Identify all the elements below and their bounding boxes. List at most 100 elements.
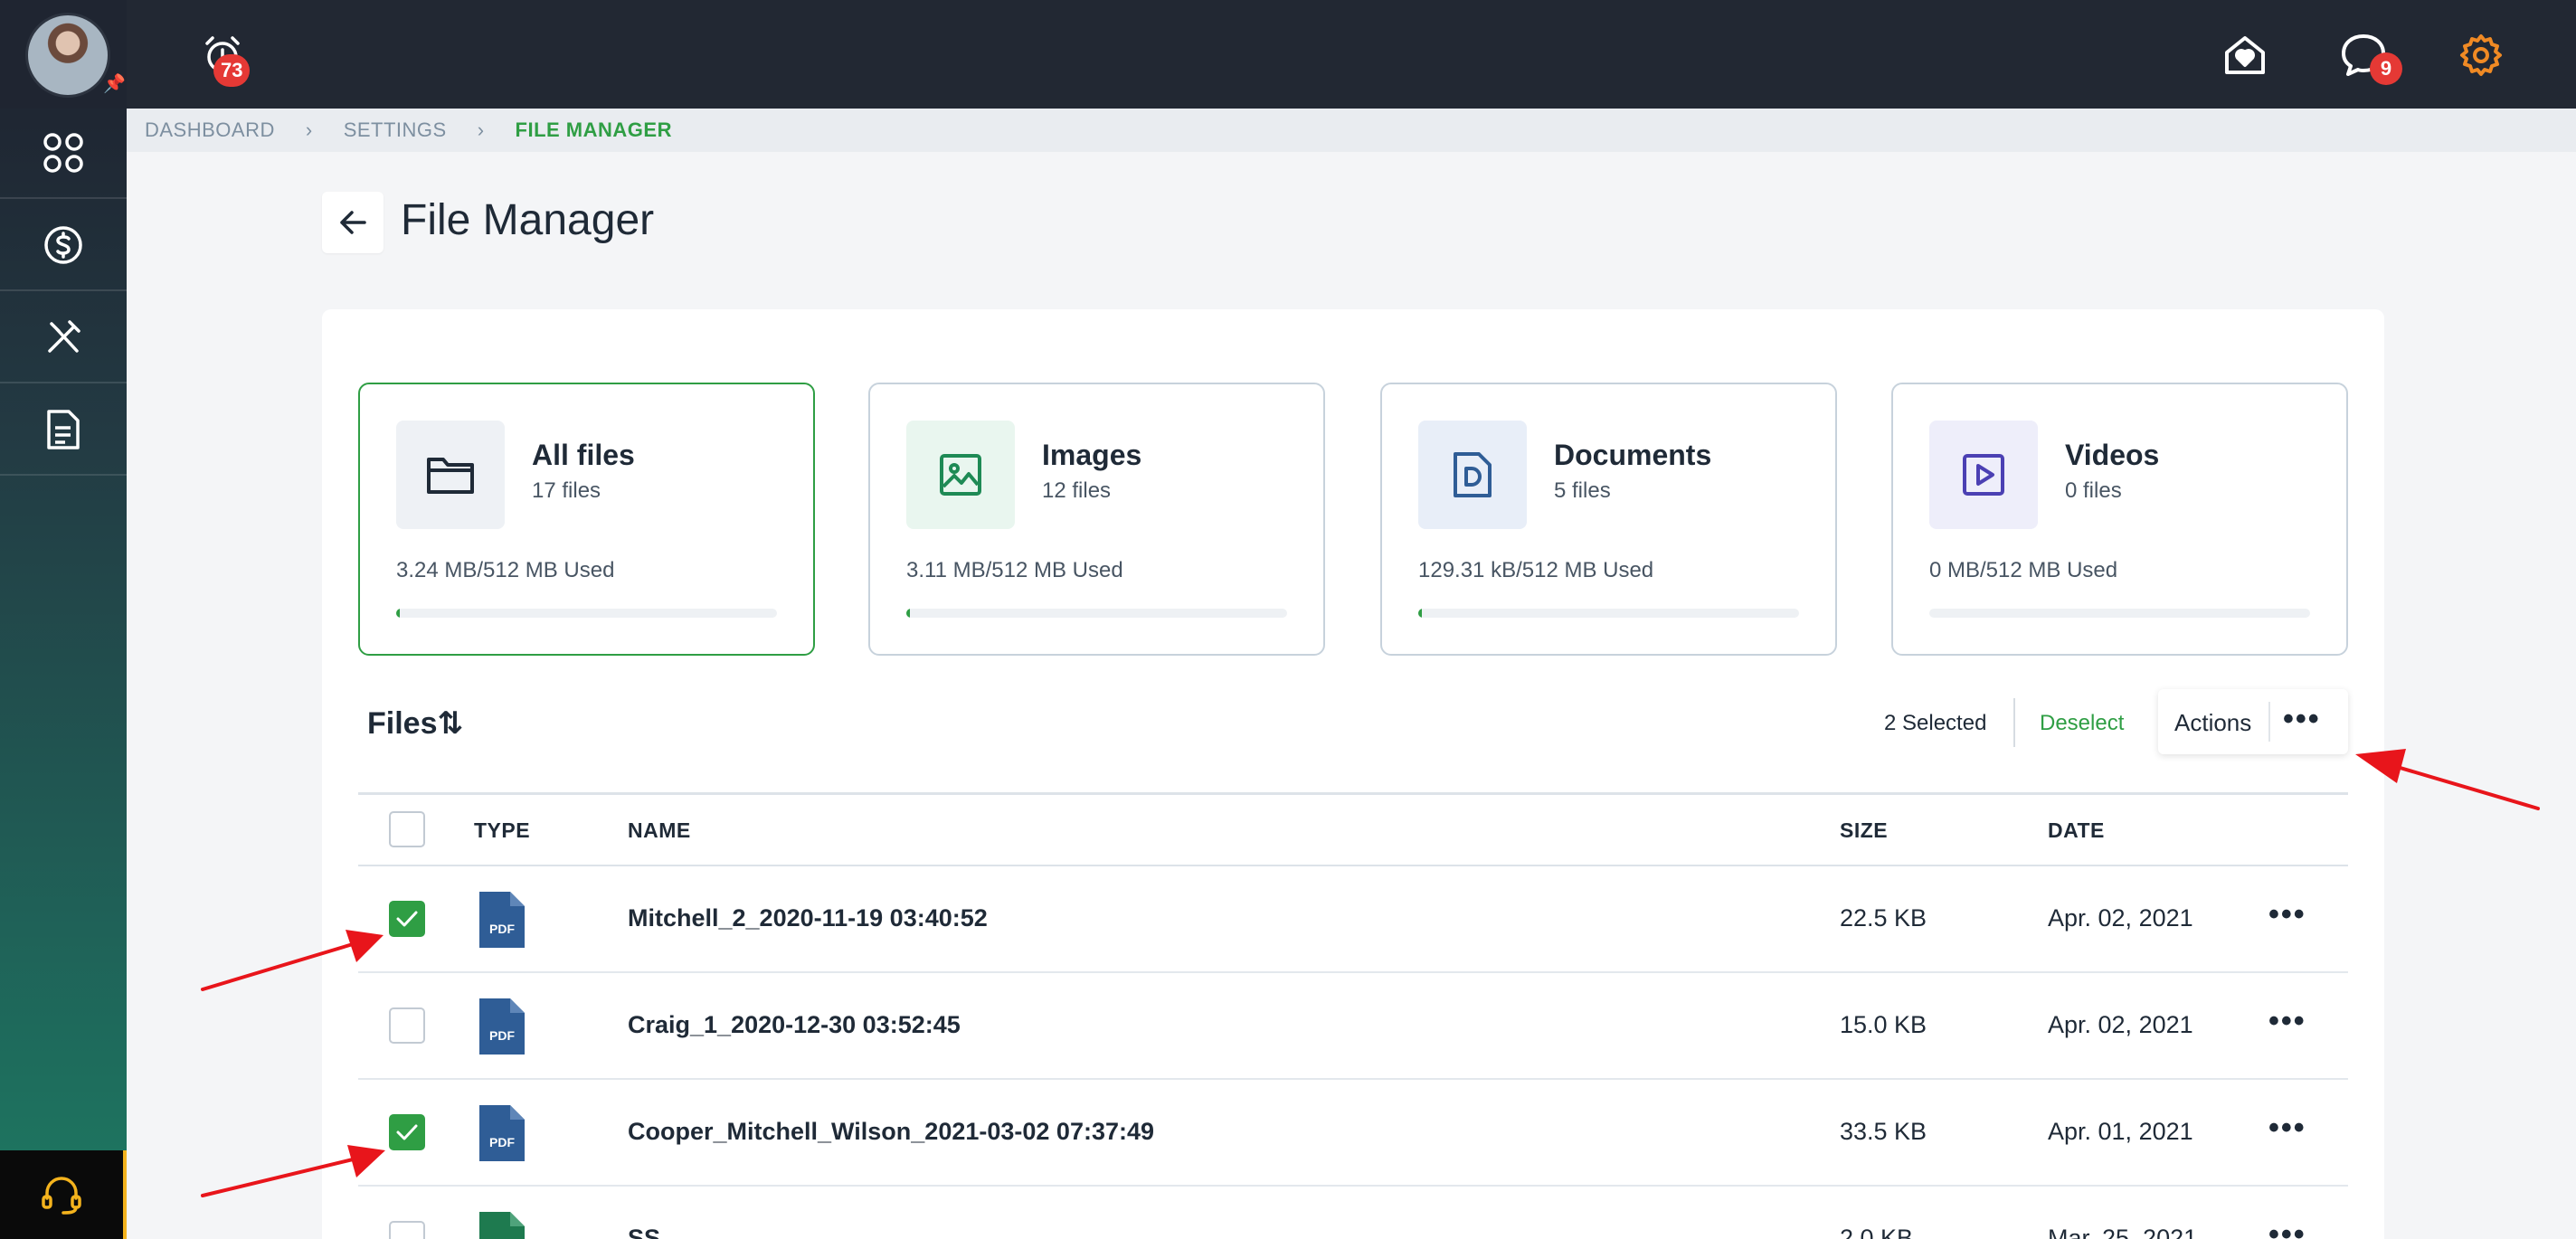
dollar-circle-icon bbox=[44, 226, 82, 264]
breadcrumb-file-manager: FILE MANAGER bbox=[515, 118, 672, 141]
more-options-icon[interactable]: ••• bbox=[2283, 704, 2321, 734]
video-icon bbox=[1929, 421, 2038, 529]
sidebar-item-billing[interactable] bbox=[0, 201, 127, 291]
usage-progress-bar bbox=[906, 609, 1287, 618]
file-name[interactable]: SS bbox=[628, 1225, 660, 1239]
avatar[interactable] bbox=[25, 13, 110, 98]
category-count: 12 files bbox=[1042, 478, 1112, 503]
file-name[interactable]: Mitchell_2_2020-11-19 03:40:52 bbox=[628, 904, 988, 932]
category-title: Videos bbox=[2065, 439, 2160, 471]
category-card-all-files[interactable]: All files 17 files 3.24 MB/512 MB Used bbox=[358, 383, 815, 656]
table-row[interactable]: PDF Craig_1_2020-12-30 03:52:45 15.0 KB … bbox=[358, 973, 2348, 1080]
row-menu-icon[interactable]: ••• bbox=[2268, 1006, 2306, 1036]
row-checkbox[interactable] bbox=[389, 1007, 425, 1044]
support-button[interactable] bbox=[0, 1150, 127, 1239]
category-usage: 0 MB/512 MB Used bbox=[1929, 558, 2118, 582]
selected-count: 2 Selected bbox=[1884, 711, 1987, 735]
files-table: TYPE NAME SIZE DATE PDF Mitchell_2_2020-… bbox=[358, 792, 2348, 1239]
row-checkbox[interactable] bbox=[389, 901, 425, 937]
column-date[interactable]: DATE bbox=[2048, 818, 2105, 843]
category-card-videos[interactable]: Videos 0 files 0 MB/512 MB Used bbox=[1891, 383, 2348, 656]
sidebar: 📌 bbox=[0, 0, 127, 1239]
pdf-file-icon: PDF bbox=[479, 1105, 525, 1161]
category-count: 0 files bbox=[2065, 478, 2122, 503]
messages-button[interactable]: 9 bbox=[2339, 31, 2402, 85]
breadcrumb: DASHBOARD › SETTINGS › FILE MANAGER bbox=[127, 109, 2576, 152]
svg-text:PDF: PDF bbox=[489, 922, 515, 936]
divider bbox=[2268, 702, 2270, 742]
divider bbox=[2013, 698, 2015, 747]
back-button[interactable] bbox=[322, 192, 384, 253]
actions-menu[interactable]: Actions ••• bbox=[2158, 689, 2348, 754]
breadcrumb-settings[interactable]: SETTINGS bbox=[344, 118, 447, 142]
file-date: Apr. 02, 2021 bbox=[2048, 904, 2193, 932]
file-date: Apr. 02, 2021 bbox=[2048, 1011, 2193, 1038]
arrow-left-icon bbox=[340, 211, 366, 234]
row-checkbox[interactable] bbox=[389, 1114, 425, 1150]
category-title: All files bbox=[532, 439, 635, 471]
category-title: Images bbox=[1042, 439, 1142, 471]
home-button[interactable] bbox=[2221, 33, 2268, 82]
sort-icon[interactable]: ⇅ bbox=[437, 706, 463, 741]
category-card-images[interactable]: Images 12 files 3.11 MB/512 MB Used bbox=[868, 383, 1325, 656]
file-name[interactable]: Cooper_Mitchell_Wilson_2021-03-02 07:37:… bbox=[628, 1118, 1154, 1146]
checkmark-icon bbox=[396, 1124, 418, 1140]
table-row[interactable]: SS 2.0 KB Mar. 25, 2021 ••• bbox=[358, 1187, 2348, 1239]
files-title: Files bbox=[367, 706, 438, 741]
actions-label: Actions bbox=[2174, 709, 2252, 736]
row-menu-icon[interactable]: ••• bbox=[2268, 1219, 2306, 1239]
top-bar: 73 9 bbox=[127, 0, 2576, 109]
svg-text:PDF: PDF bbox=[489, 1028, 515, 1043]
pin-icon[interactable]: 📌 bbox=[103, 72, 126, 95]
deselect-link[interactable]: Deselect bbox=[2040, 711, 2124, 736]
usage-progress-bar bbox=[396, 609, 777, 618]
headset-icon bbox=[42, 1177, 81, 1215]
file-name[interactable]: Craig_1_2020-12-30 03:52:45 bbox=[628, 1011, 961, 1039]
checkmark-icon bbox=[396, 911, 418, 927]
row-menu-icon[interactable]: ••• bbox=[2268, 1112, 2306, 1143]
apps-icon bbox=[43, 133, 83, 173]
spreadsheet-file-icon bbox=[479, 1212, 525, 1239]
pdf-file-icon: PDF bbox=[479, 892, 525, 948]
messages-badge: 9 bbox=[2370, 52, 2402, 85]
column-type[interactable]: TYPE bbox=[474, 818, 530, 843]
table-row[interactable]: PDF Mitchell_2_2020-11-19 03:40:52 22.5 … bbox=[358, 866, 2348, 973]
category-count: 17 files bbox=[532, 478, 601, 503]
file-date: Mar. 25, 2021 bbox=[2048, 1225, 2198, 1239]
notification-badge: 73 bbox=[213, 54, 251, 87]
row-menu-icon[interactable]: ••• bbox=[2268, 899, 2306, 930]
document-icon bbox=[1418, 421, 1527, 529]
table-header: TYPE NAME SIZE DATE bbox=[358, 792, 2348, 866]
chevron-right-icon: › bbox=[305, 118, 313, 141]
settings-button[interactable] bbox=[2458, 33, 2504, 82]
sidebar-item-dashboard[interactable] bbox=[0, 109, 127, 199]
sidebar-item-reports[interactable] bbox=[0, 385, 127, 476]
row-checkbox[interactable] bbox=[389, 1221, 425, 1239]
category-card-documents[interactable]: Documents 5 files 129.31 kB/512 MB Used bbox=[1380, 383, 1837, 656]
files-heading[interactable]: Files⇅ bbox=[367, 705, 463, 742]
file-size: 15.0 KB bbox=[1840, 1011, 1927, 1038]
chevron-right-icon: › bbox=[477, 118, 485, 141]
column-name[interactable]: NAME bbox=[628, 818, 691, 843]
pdf-file-icon: PDF bbox=[479, 998, 525, 1055]
notifications-button[interactable]: 73 bbox=[201, 33, 251, 87]
usage-progress-bar bbox=[1418, 609, 1799, 618]
gear-icon bbox=[2460, 34, 2502, 76]
document-icon bbox=[47, 410, 80, 449]
file-size: 22.5 KB bbox=[1840, 904, 1927, 932]
breadcrumb-dashboard[interactable]: DASHBOARD bbox=[145, 118, 275, 142]
select-all-checkbox[interactable] bbox=[389, 811, 425, 847]
table-row[interactable]: PDF Cooper_Mitchell_Wilson_2021-03-02 07… bbox=[358, 1080, 2348, 1187]
file-manager-panel: All files 17 files 3.24 MB/512 MB Used I… bbox=[322, 309, 2384, 1239]
folder-icon bbox=[396, 421, 505, 529]
category-usage: 3.11 MB/512 MB Used bbox=[906, 558, 1123, 582]
sidebar-item-tools[interactable] bbox=[0, 293, 127, 383]
file-size: 33.5 KB bbox=[1840, 1118, 1927, 1145]
home-heart-icon bbox=[2225, 36, 2265, 74]
page-title: File Manager bbox=[401, 196, 655, 244]
column-size[interactable]: SIZE bbox=[1840, 818, 1888, 843]
file-date: Apr. 01, 2021 bbox=[2048, 1118, 2193, 1145]
file-size: 2.0 KB bbox=[1840, 1225, 1914, 1239]
category-usage: 129.31 kB/512 MB Used bbox=[1418, 558, 1654, 582]
category-usage: 3.24 MB/512 MB Used bbox=[396, 558, 615, 582]
